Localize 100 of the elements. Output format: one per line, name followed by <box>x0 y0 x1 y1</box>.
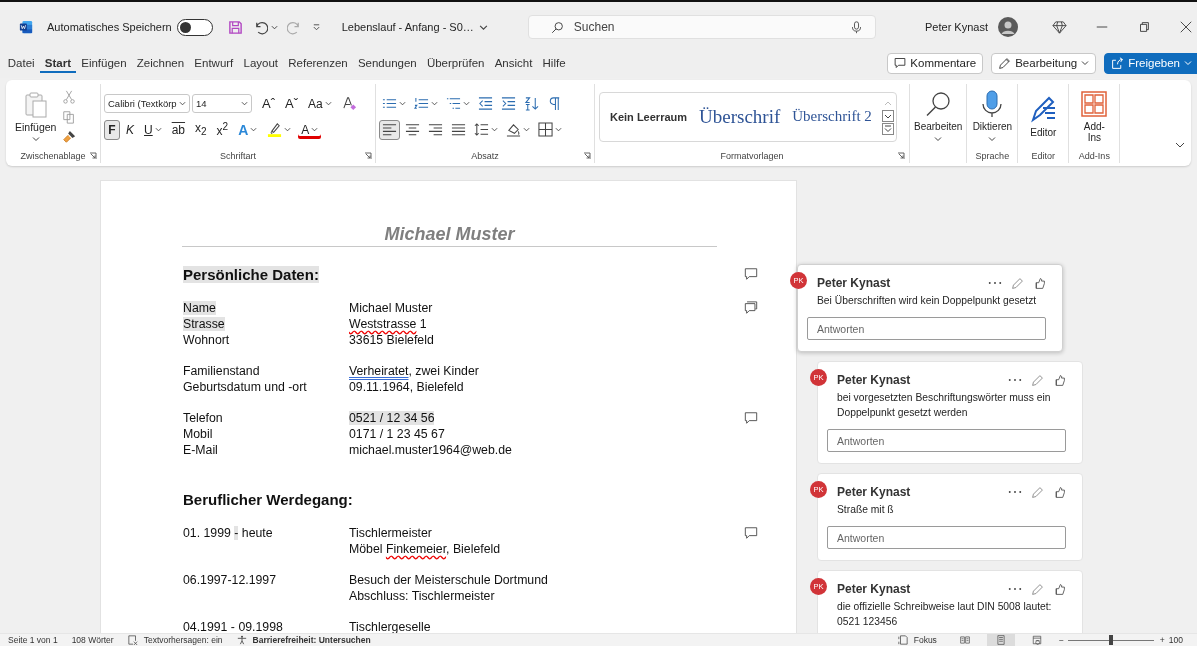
dialog-launcher-icon[interactable] <box>897 152 905 160</box>
search-box[interactable]: Suchen <box>527 15 876 39</box>
chevron-down-icon[interactable] <box>270 23 278 31</box>
font-button[interactable]: Aˇ <box>281 93 302 114</box>
comment-text: Straße mit ß <box>837 503 895 517</box>
toolbar-button[interactable]: Freigeben <box>1104 52 1197 74</box>
group-label: Zwischenablage <box>20 151 86 161</box>
font-button[interactable]: Aˆ <box>258 93 279 114</box>
field-label: Familienstand <box>183 364 260 378</box>
more-options-icon[interactable] <box>988 280 1002 286</box>
menu-tab[interactable]: Entwurf <box>189 53 239 73</box>
borders-icon <box>538 122 553 137</box>
text-prediction-status[interactable]: Textvorhersagen: ein <box>143 635 223 645</box>
format-painter-icon[interactable] <box>62 129 77 144</box>
thumbs-up-icon[interactable] <box>1053 582 1066 596</box>
font-button[interactable]: x$_{2}$ <box>191 119 211 140</box>
menu-tab[interactable]: Referenzen <box>283 53 353 73</box>
section-heading: Beruflicher Werdegang: <box>183 490 353 508</box>
numbering-icon <box>414 96 429 111</box>
paragraph-button[interactable] <box>379 119 400 140</box>
zoom-out-button[interactable]: − <box>1058 635 1064 645</box>
menu-tab[interactable]: Datei <box>3 53 40 73</box>
style-option[interactable]: Überschrift 2 <box>792 108 872 125</box>
customize-caret-icon[interactable] <box>311 22 321 32</box>
bullets-icon <box>382 96 397 111</box>
more-options-icon[interactable] <box>1008 489 1022 495</box>
dialog-launcher-icon[interactable] <box>89 152 97 160</box>
section-heading: Persönliche Daten: <box>183 265 319 283</box>
accessibility-status[interactable]: Barrierefreiheit: Untersuchen <box>252 635 371 645</box>
read-view-icon <box>959 635 970 645</box>
focus-mode-button[interactable]: Fokus <box>913 635 937 645</box>
view-button[interactable] <box>986 634 1015 646</box>
menu-tab[interactable]: Start <box>40 53 76 73</box>
group-label: Formatvorlagen <box>720 151 784 161</box>
font-name-dropdown[interactable]: Calibri (Textkörp <box>104 94 190 113</box>
comment-marker-icon[interactable] <box>744 526 758 540</box>
menu-tab[interactable]: Zeichnen <box>132 53 189 73</box>
ribbon-button[interactable]: Bearbeiten <box>914 90 963 143</box>
slider-thumb[interactable] <box>1108 635 1113 645</box>
document-title[interactable]: Lebenslauf - Anfang - S0… <box>341 21 488 33</box>
microphone-icon[interactable] <box>849 20 863 34</box>
diamond-icon[interactable] <box>1052 19 1067 35</box>
page-count[interactable]: Seite 1 von 1 <box>8 635 58 645</box>
field-label: Name <box>183 301 216 315</box>
menu-tab[interactable]: Sendungen <box>353 53 422 73</box>
font-button[interactable]: U <box>140 119 166 140</box>
dialog-launcher-icon[interactable] <box>583 152 591 160</box>
font-size-dropdown[interactable]: 14 <box>192 94 252 113</box>
word-count[interactable]: 108 Wörter <box>71 635 114 645</box>
more-options-icon[interactable] <box>1008 586 1022 592</box>
field-label: Wohnort <box>183 333 230 347</box>
font-button[interactable]: x$^{2}$ <box>212 119 233 140</box>
font-button[interactable]: F <box>104 119 120 140</box>
thumbs-up-icon[interactable] <box>1033 276 1046 290</box>
reply-field[interactable]: Antworten <box>827 429 1066 452</box>
reply-field[interactable]: Antworten <box>807 317 1046 340</box>
comment-marker-icon[interactable] <box>744 411 758 425</box>
comments-marker-icon[interactable] <box>744 301 758 315</box>
paste-button[interactable]: Einfügen <box>15 90 57 143</box>
zoom-level[interactable]: 100 <box>1168 635 1183 645</box>
ribbon-button[interactable]: Diktieren <box>971 90 1014 143</box>
font-button[interactable]: A <box>297 119 323 140</box>
restore-button[interactable] <box>1137 20 1151 34</box>
scroll-down-icon[interactable] <box>882 109 894 122</box>
font-button[interactable]: A <box>234 119 262 140</box>
user-name[interactable]: Peter Kynast <box>925 21 988 33</box>
search-field[interactable]: Suchen <box>571 19 842 35</box>
multilevel-icon <box>446 96 461 111</box>
menu-tab[interactable]: Überprüfen <box>422 53 490 73</box>
user-avatar[interactable] <box>998 17 1018 37</box>
menu-tab[interactable]: Ansicht <box>489 53 538 73</box>
thumbs-up-icon[interactable] <box>1053 373 1066 387</box>
font-button[interactable]: ab <box>167 119 190 140</box>
font-button[interactable]: Aa <box>304 93 336 114</box>
comment-marker-icon[interactable] <box>744 267 758 281</box>
toolbar-button[interactable]: Bearbeitung <box>991 52 1097 74</box>
ribbon-button[interactable]: Editor <box>1022 95 1065 138</box>
field-label: 01. 1999 - heute <box>183 526 273 540</box>
text-prediction-icon[interactable] <box>127 635 138 645</box>
menu-tab[interactable]: Hilfe <box>537 53 571 73</box>
thumbs-up-icon[interactable] <box>1053 485 1066 499</box>
font-button[interactable]: K <box>122 119 138 140</box>
dialog-launcher-icon[interactable] <box>364 152 372 160</box>
accessibility-icon[interactable] <box>236 635 247 645</box>
style-option[interactable]: Kein Leerraum <box>610 110 688 123</box>
field-label: Strasse <box>183 317 225 331</box>
save-icon[interactable] <box>227 19 243 35</box>
autosave-toggle[interactable] <box>176 18 213 36</box>
menu-tab[interactable]: Einfügen <box>76 53 132 73</box>
more-options-icon[interactable] <box>1008 377 1022 383</box>
zoom-in-button[interactable]: + <box>1159 635 1165 645</box>
menu-tab[interactable]: Layout <box>238 53 283 73</box>
toolbar-button[interactable]: Kommentare <box>887 52 984 74</box>
style-option[interactable]: Überschrif <box>699 105 781 128</box>
focus-icon[interactable] <box>897 635 908 645</box>
close-button[interactable] <box>1179 20 1193 34</box>
collapse-ribbon-icon[interactable] <box>1175 140 1185 150</box>
ribbon-button[interactable]: Add-Ins <box>1073 90 1116 143</box>
word-app-icon[interactable] <box>19 20 33 34</box>
reply-field[interactable]: Antworten <box>827 526 1066 549</box>
